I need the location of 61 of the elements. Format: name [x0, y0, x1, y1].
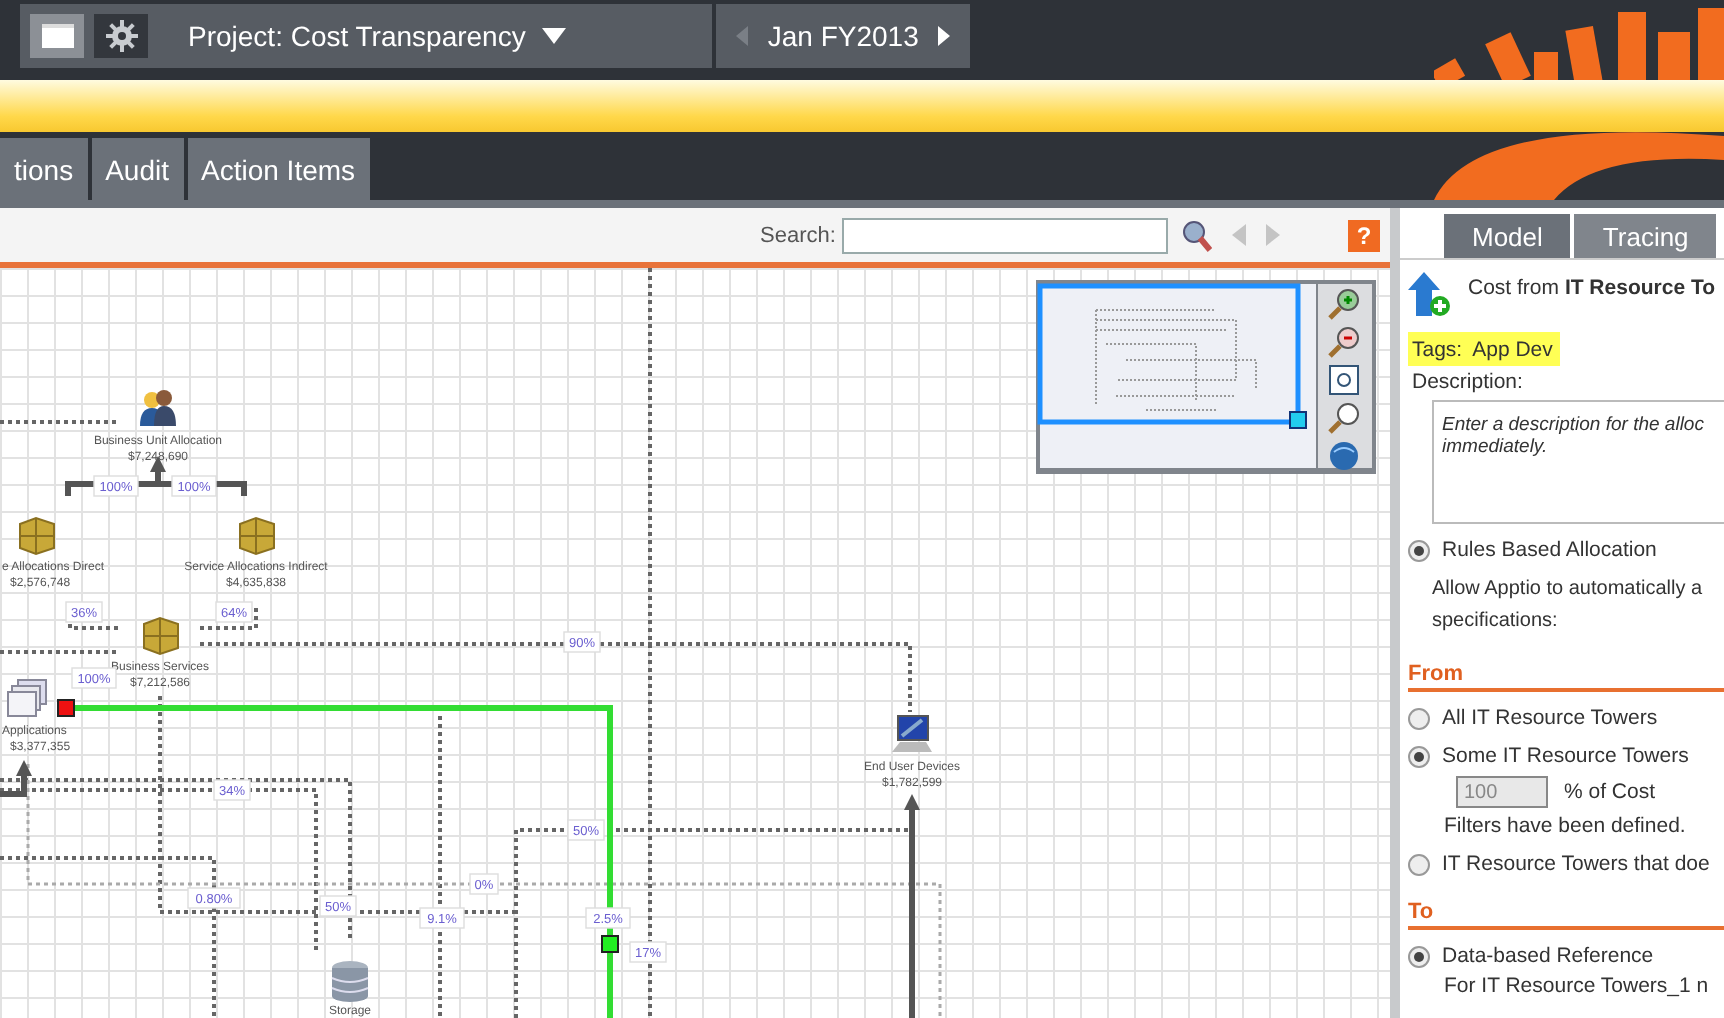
connector-arrow — [0, 760, 32, 797]
right-arrow-icon — [938, 26, 951, 46]
radio-label: All IT Resource Towers — [1442, 706, 1658, 730]
note-text: For IT Resource Towers_1 n — [1444, 974, 1711, 998]
radio-button[interactable] — [1408, 945, 1430, 967]
settings-button[interactable] — [94, 14, 148, 58]
cube-icon[interactable] — [239, 516, 275, 556]
tab[interactable]: Audit — [91, 138, 183, 200]
sphere-icon[interactable] — [1328, 440, 1360, 472]
radio-label: Rules Based Allocation — [1442, 538, 1657, 562]
cube-icon[interactable] — [19, 516, 55, 556]
left-arrow-icon — [735, 26, 748, 46]
left-arrow-icon — [1231, 224, 1246, 246]
radio-button[interactable] — [1408, 707, 1430, 729]
search-label: Search: — [760, 223, 836, 247]
next-period-button[interactable] — [938, 26, 951, 46]
fit-to-screen-icon[interactable] — [1328, 364, 1360, 396]
radio-label: Some IT Resource Towers — [1442, 744, 1689, 768]
radio-label: IT Resource Towers that doe — [1442, 852, 1710, 876]
period-label: Jan FY2013 — [767, 20, 919, 52]
right-arrow-icon — [1265, 224, 1280, 246]
connector-line — [200, 608, 258, 630]
zoom-in-icon[interactable] — [1328, 288, 1360, 320]
search-button[interactable] — [1179, 219, 1212, 251]
start-handle[interactable] — [57, 699, 75, 717]
help-button[interactable]: ? — [1348, 219, 1380, 251]
search-icon — [1179, 219, 1212, 251]
unit-label: % of Cost — [1564, 780, 1656, 804]
tags-label: Tags: — [1412, 338, 1463, 362]
radio-label: Data-based Reference — [1442, 944, 1654, 968]
section-heading: From — [1408, 662, 1724, 692]
window-button[interactable] — [30, 14, 84, 58]
radio-button[interactable] — [1408, 745, 1430, 767]
window-icon — [41, 24, 73, 48]
section-heading: To — [1408, 900, 1724, 930]
tab[interactable]: Action Items — [187, 138, 370, 200]
help-text: Allow Apptio to automatically a specifications: — [1432, 576, 1705, 636]
tag-value: App Dev — [1472, 338, 1553, 362]
search-field[interactable] — [841, 217, 1168, 253]
settings-icon — [105, 20, 137, 52]
tab[interactable]: tions — [0, 138, 88, 200]
windows-stack-icon[interactable] — [7, 679, 47, 717]
end-handle[interactable] — [601, 935, 619, 953]
tab[interactable]: Tracing — [1574, 214, 1717, 258]
caret-icon — [541, 28, 566, 44]
people-icon[interactable] — [140, 390, 176, 426]
up-arrow-plus-icon — [1408, 272, 1452, 320]
zoom-out-icon[interactable] — [1328, 326, 1360, 358]
cube-icon[interactable] — [143, 616, 179, 656]
actual-size-icon[interactable] — [1328, 402, 1360, 434]
radio-button[interactable] — [1408, 853, 1430, 875]
connector-line — [0, 420, 120, 424]
radio-button[interactable] — [1408, 539, 1430, 561]
description-field[interactable]: Enter a description for the alloc immediately. — [1432, 400, 1724, 524]
note-text: Filters have been defined. — [1444, 814, 1688, 838]
computer-icon[interactable] — [892, 715, 932, 752]
allocation-heading: Cost from IT Resource To — [1468, 276, 1716, 300]
database-icon[interactable] — [331, 961, 369, 1002]
tab[interactable]: Model — [1444, 214, 1571, 258]
description-label: Description: — [1412, 370, 1525, 394]
connector-line — [0, 650, 120, 654]
